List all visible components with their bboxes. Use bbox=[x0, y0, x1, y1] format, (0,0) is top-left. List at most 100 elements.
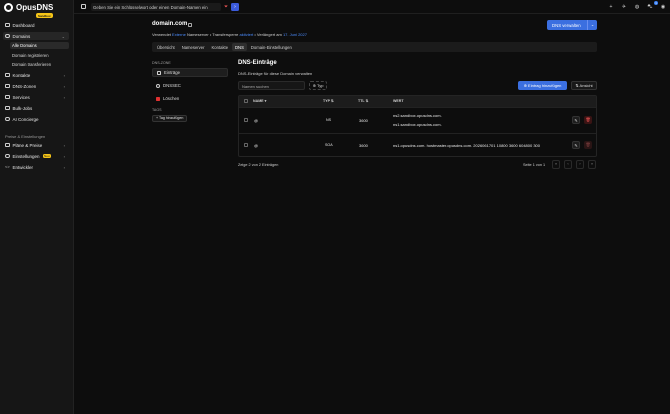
record-name: @ bbox=[254, 118, 259, 123]
sidebar-item-label: Domains bbox=[12, 33, 31, 39]
column-type[interactable]: TYP ⇅ bbox=[323, 99, 334, 103]
name-search-input[interactable]: Namen suchen bbox=[238, 81, 305, 90]
records-table: NAME ▾ TYP ⇅ TTL ⇅ WERT @ NS 3600 ns2.sa… bbox=[238, 95, 597, 157]
add-tag-button[interactable]: + Tag hinzufügen bbox=[152, 115, 188, 122]
topbar: Geben Sie ein Schlüsselwort oder einen D… bbox=[74, 0, 670, 14]
sidebar-item-domains[interactable]: Domains ⌄ bbox=[3, 32, 69, 40]
plus-icon[interactable]: + bbox=[608, 4, 614, 10]
domain-meta: Verwendet Externe Nameserver • Transfers… bbox=[152, 32, 307, 37]
sidebar-subitem-transfer-domain[interactable]: Domain transferieren bbox=[10, 61, 69, 68]
filter-icon[interactable]: ⏷ bbox=[223, 4, 229, 10]
record-ttl: 3600 bbox=[359, 143, 368, 148]
sidebar: OpusDNS Sandbox Dashboard Domains ⌄ Alle… bbox=[0, 0, 74, 414]
sidebar-subitem-all-domains[interactable]: Alle Domains bbox=[10, 42, 69, 49]
copy-icon[interactable] bbox=[188, 22, 192, 27]
chevron-right-icon: › bbox=[63, 83, 65, 89]
record-type: SOA bbox=[325, 143, 333, 147]
renewal-date-link[interactable]: 17. Juni 2027 bbox=[283, 32, 307, 37]
chevron-right-icon: › bbox=[63, 94, 65, 100]
settings-icon bbox=[5, 153, 10, 159]
toggle-sidebar-icon[interactable] bbox=[81, 4, 86, 9]
sidebar-item-label: AI Concierge bbox=[12, 116, 39, 122]
nameserver-link[interactable]: Externe bbox=[172, 32, 186, 37]
sidebar-item-ai-concierge[interactable]: AI Concierge bbox=[3, 115, 69, 123]
chevron-down-icon[interactable]: ⌄ bbox=[587, 20, 597, 30]
table-row[interactable]: @ SOA 3600 ns1.opusdns.com. hostmaster.o… bbox=[239, 133, 596, 157]
type-filter-button[interactable]: ⊕ Typ bbox=[309, 81, 327, 90]
record-ttl: 3600 bbox=[359, 118, 368, 123]
sidebar-item-label: DNS-Zonen bbox=[12, 83, 37, 89]
sidebar-item-services[interactable]: Services › bbox=[3, 93, 69, 101]
new-badge: Neu bbox=[42, 153, 52, 159]
manage-dns-label: DNS verwalten bbox=[552, 22, 581, 28]
section-description: DNS-Einträge für diese Domain verwalten bbox=[238, 71, 313, 76]
column-ttl[interactable]: TTL ⇅ bbox=[358, 99, 369, 103]
sidebar-item-label: Einstellungen bbox=[12, 153, 40, 159]
dashboard-icon bbox=[5, 22, 10, 28]
logo[interactable]: OpusDNS bbox=[4, 3, 53, 12]
record-name: @ bbox=[254, 143, 259, 148]
chevron-right-icon: › bbox=[63, 72, 65, 78]
app-name: OpusDNS bbox=[16, 3, 54, 12]
page-indicator: Seite 1 von 1 bbox=[523, 163, 546, 167]
sidebar-subitem-register-domain[interactable]: Domain registrieren bbox=[10, 52, 69, 59]
first-page-button[interactable]: « bbox=[552, 160, 560, 169]
page-title: domain.com bbox=[152, 21, 188, 27]
sidebar-item-label: Bulk-Jobs bbox=[12, 105, 33, 111]
bulk-icon bbox=[5, 105, 10, 111]
table-header: NAME ▾ TYP ⇅ TTL ⇅ WERT bbox=[239, 96, 596, 107]
services-icon bbox=[5, 94, 10, 100]
sidebar-item-label: Kontakte bbox=[12, 72, 31, 78]
add-record-button[interactable]: ⊕ Eintrag hinzufügen bbox=[518, 81, 567, 90]
edit-icon[interactable]: ✎ bbox=[572, 116, 580, 124]
select-all-checkbox[interactable] bbox=[244, 99, 248, 103]
tab-dns[interactable]: DNS bbox=[232, 43, 247, 51]
edit-icon[interactable]: ✎ bbox=[572, 141, 580, 149]
cart-icon[interactable]: ⛍ bbox=[647, 4, 653, 10]
sidebar-item-developer[interactable]: <> Entwickler › bbox=[3, 163, 69, 171]
sidebar-item-bulk-jobs[interactable]: Bulk-Jobs bbox=[3, 104, 69, 112]
main-content: domain.com Verwendet Externe Nameserver … bbox=[74, 14, 670, 414]
sidebar-item-contacts[interactable]: Kontakte › bbox=[3, 71, 69, 79]
domain-tabs: Übersicht Nameserver Kontakte DNS Domain… bbox=[152, 42, 597, 52]
sidebar-item-settings[interactable]: Einstellungen Neu › bbox=[3, 152, 69, 160]
chevron-down-icon: ⌄ bbox=[61, 33, 65, 39]
last-page-button[interactable]: » bbox=[588, 160, 596, 169]
sidebar-item-label: Services bbox=[12, 94, 30, 100]
record-value: ns2.sandbox.opusdns.com. bbox=[393, 113, 442, 118]
row-checkbox[interactable] bbox=[244, 118, 248, 122]
shield-icon bbox=[156, 83, 160, 88]
tab-domain-settings[interactable]: Domain-Einstellungen bbox=[248, 43, 295, 51]
subnav-dnssec[interactable]: DNSSEC bbox=[152, 81, 228, 90]
tab-contacts[interactable]: Kontakte bbox=[209, 43, 232, 51]
rocket-icon[interactable]: ✈ bbox=[621, 4, 627, 10]
sidebar-item-plans[interactable]: Pläne & Preise › bbox=[3, 141, 69, 149]
subnav-delete[interactable]: Löschen bbox=[152, 94, 228, 103]
search-submit-button[interactable]: › bbox=[231, 3, 239, 11]
chevron-right-icon: › bbox=[63, 142, 65, 148]
tab-overview[interactable]: Übersicht bbox=[154, 43, 178, 51]
opusdns-logo-icon bbox=[4, 3, 13, 12]
sidebar-item-dns-zones[interactable]: DNS-Zonen › bbox=[3, 82, 69, 90]
global-search-input[interactable]: Geben Sie ein Schlüsselwort oder einen D… bbox=[91, 3, 221, 11]
subnav-label: DNSSEC bbox=[163, 83, 181, 88]
globe-icon[interactable]: ◍ bbox=[634, 4, 640, 10]
trash-icon[interactable]: 🗑 bbox=[584, 116, 592, 124]
sandbox-badge: Sandbox bbox=[36, 13, 53, 18]
table-icon bbox=[157, 70, 161, 75]
cart-count-badge: 1 bbox=[654, 1, 658, 5]
subnav-records[interactable]: Einträge bbox=[152, 68, 228, 77]
prev-page-button[interactable]: ‹ bbox=[564, 160, 572, 169]
view-options-button[interactable]: ⇅ Ansicht bbox=[571, 81, 597, 90]
tab-nameserver[interactable]: Nameserver bbox=[179, 43, 208, 51]
transfer-lock-link[interactable]: aktiviert bbox=[240, 32, 254, 37]
row-checkbox[interactable] bbox=[244, 143, 248, 147]
manage-dns-button[interactable]: DNS verwalten ⌄ bbox=[547, 20, 597, 30]
user-icon[interactable]: ◉ bbox=[660, 4, 666, 10]
subnav-label: Einträge bbox=[164, 70, 181, 75]
table-row[interactable]: @ NS 3600 ns2.sandbox.opusdns.com. ns1.s… bbox=[239, 107, 596, 133]
column-name[interactable]: NAME ▾ bbox=[253, 99, 266, 103]
next-page-button[interactable]: › bbox=[576, 160, 584, 169]
sidebar-item-dashboard[interactable]: Dashboard bbox=[3, 21, 69, 29]
tags-label: TAGS bbox=[152, 108, 162, 112]
